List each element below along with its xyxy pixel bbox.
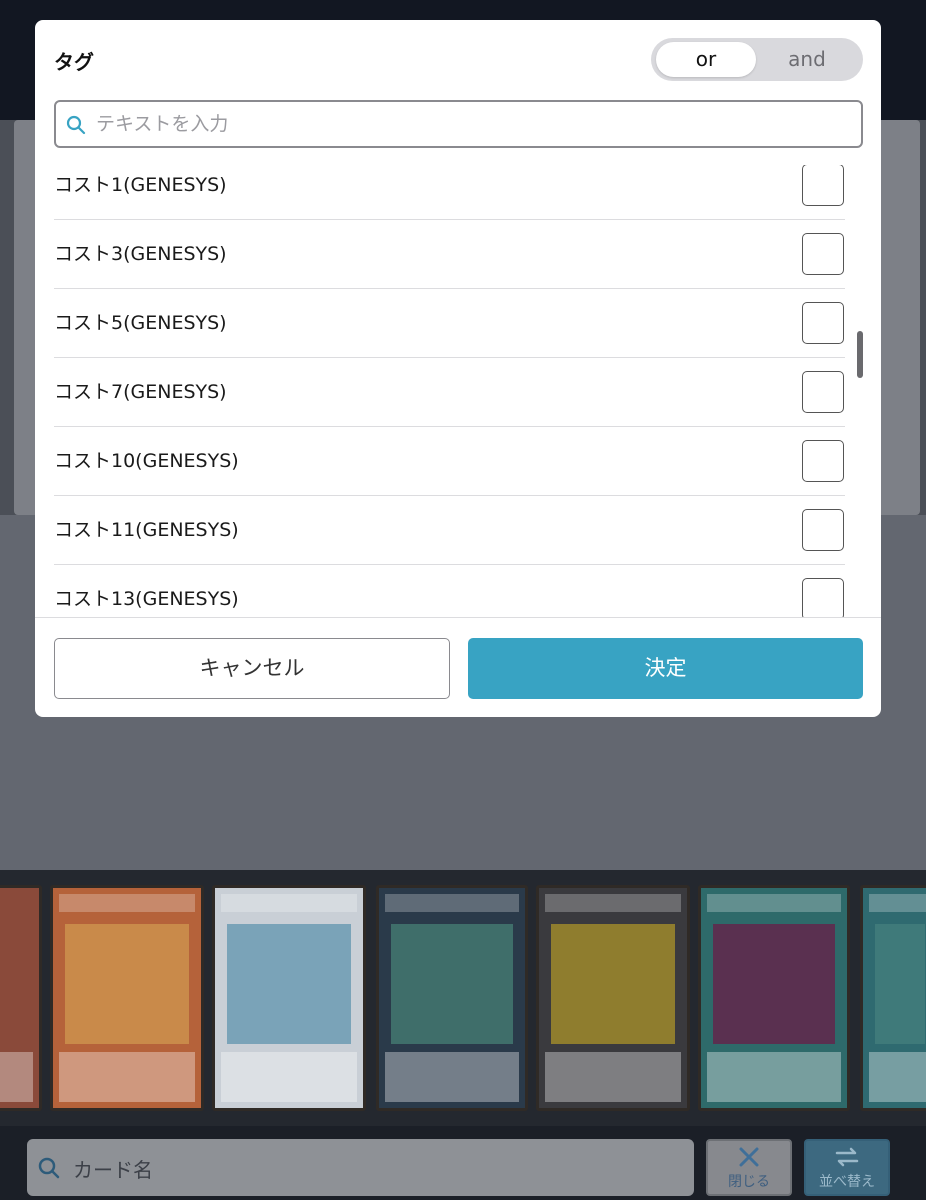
footer-divider xyxy=(35,617,881,618)
tag-list-item[interactable]: コスト1(GENESYS) xyxy=(54,165,845,220)
tag-list-item[interactable]: コスト3(GENESYS) xyxy=(54,220,845,289)
tag-checkbox[interactable] xyxy=(802,165,844,206)
card-thumbnail[interactable] xyxy=(376,885,528,1111)
tag-list-item[interactable]: コスト11(GENESYS) xyxy=(54,496,845,565)
tag-list[interactable]: コスト1(GENESYS) コスト3(GENESYS) コスト5(GENESYS… xyxy=(35,165,881,617)
tag-list-item[interactable]: コスト10(GENESYS) xyxy=(54,427,845,496)
tag-checkbox[interactable] xyxy=(802,302,844,344)
card-thumbnail[interactable] xyxy=(0,885,42,1111)
sort-label: 並べ替え xyxy=(819,1174,875,1190)
card-thumbnail[interactable] xyxy=(698,885,850,1111)
confirm-button[interactable]: 決定 xyxy=(468,638,863,699)
tag-checkbox[interactable] xyxy=(802,440,844,482)
tag-checkbox[interactable] xyxy=(802,233,844,275)
tag-list-item[interactable]: コスト7(GENESYS) xyxy=(54,358,845,427)
or-and-toggle[interactable]: or and xyxy=(651,38,863,81)
close-button[interactable]: 閉じる xyxy=(706,1139,792,1196)
card-thumbnail[interactable] xyxy=(860,885,926,1111)
tag-checkbox[interactable] xyxy=(802,371,844,413)
tag-checkbox[interactable] xyxy=(802,578,844,617)
tag-label: コスト3(GENESYS) xyxy=(54,243,227,265)
tag-label: コスト10(GENESYS) xyxy=(54,450,239,472)
tag-label: コスト5(GENESYS) xyxy=(54,312,227,334)
sort-button[interactable]: 並べ替え xyxy=(804,1139,890,1196)
tag-list-item[interactable]: コスト13(GENESYS) xyxy=(54,565,845,617)
card-name-placeholder: カード名 xyxy=(73,1158,153,1182)
tag-search-box[interactable] xyxy=(54,100,863,148)
close-icon xyxy=(708,1141,790,1171)
close-label: 閉じる xyxy=(728,1174,770,1190)
card-thumbnail[interactable] xyxy=(50,885,204,1111)
search-icon xyxy=(66,115,86,135)
tag-label: コスト1(GENESYS) xyxy=(54,174,227,196)
dialog-title: タグ xyxy=(54,50,94,74)
cancel-button[interactable]: キャンセル xyxy=(54,638,450,699)
sort-icon xyxy=(806,1141,888,1171)
toggle-option-or[interactable]: or xyxy=(656,42,756,77)
toggle-option-and[interactable]: and xyxy=(757,42,857,77)
tag-search-input[interactable] xyxy=(96,102,846,146)
search-icon xyxy=(38,1157,60,1179)
tag-label: コスト7(GENESYS) xyxy=(54,381,227,403)
tag-checkbox[interactable] xyxy=(802,509,844,551)
card-thumbnail[interactable] xyxy=(536,885,690,1111)
tag-label: コスト11(GENESYS) xyxy=(54,519,239,541)
tag-list-item[interactable]: コスト5(GENESYS) xyxy=(54,289,845,358)
list-scrollbar[interactable] xyxy=(857,331,863,378)
card-thumbnail[interactable] xyxy=(212,885,366,1111)
tag-filter-dialog: タグ or and コスト1(GENESYS) コスト3(GENESYS) コス… xyxy=(35,20,881,717)
tag-label: コスト13(GENESYS) xyxy=(54,588,239,610)
